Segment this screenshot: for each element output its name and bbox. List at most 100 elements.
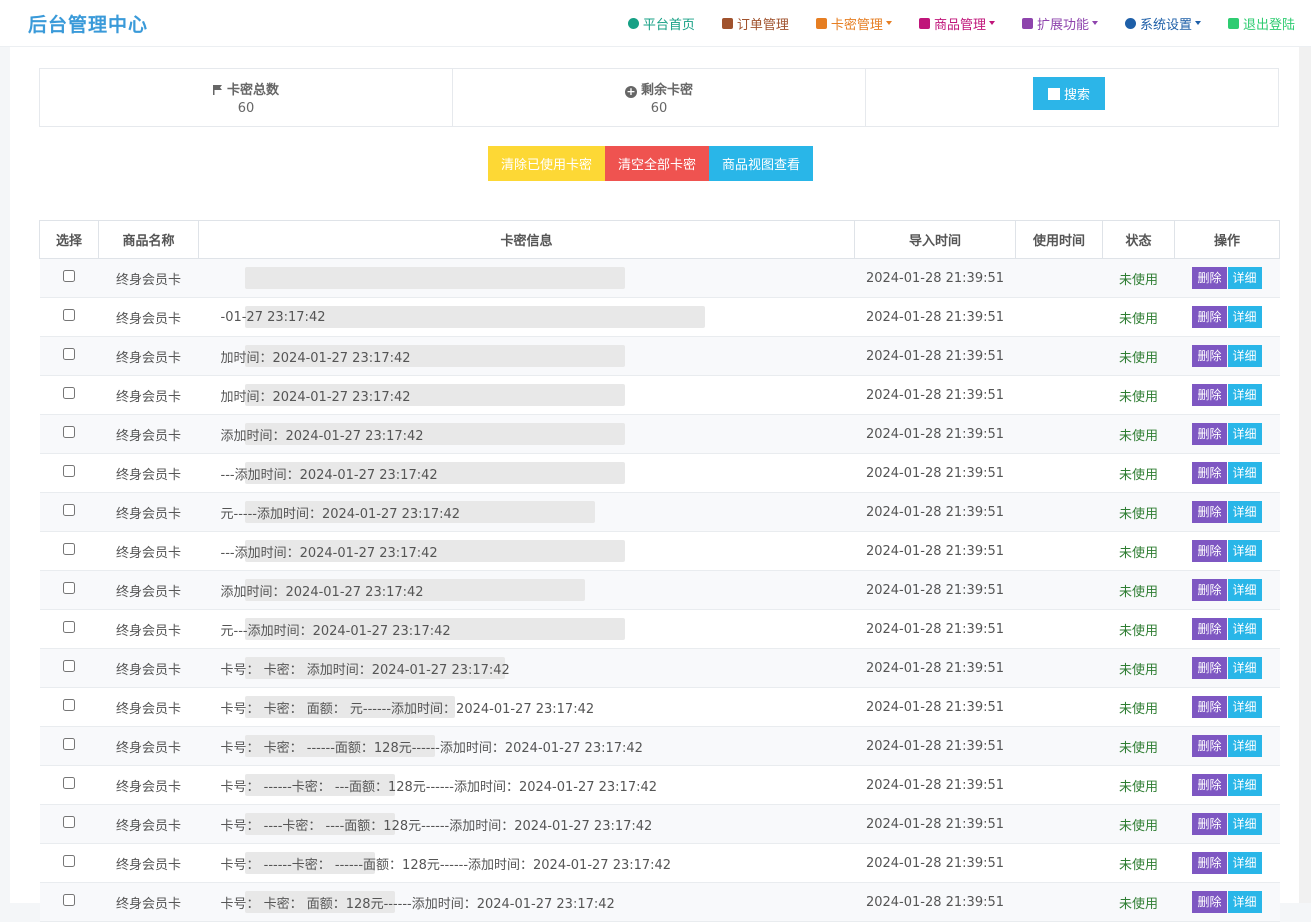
delete-button[interactable]: 删除 — [1192, 813, 1227, 835]
nav-item-6[interactable]: 退出登陆 — [1227, 14, 1295, 33]
table-body: 终身会员卡 2024-01-28 21:39:51 未使用 删除 详细 终身会员卡 -01-… — [39, 258, 1280, 922]
row-checkbox[interactable] — [63, 855, 75, 867]
actions-cell: 删除 详细 — [1174, 609, 1280, 649]
row-checkbox[interactable] — [63, 270, 75, 282]
plus-circle-icon: + — [624, 85, 637, 98]
import-time-cell: 2024-01-28 21:39:51 — [854, 882, 1016, 922]
status-cell: 未使用 — [1102, 726, 1175, 766]
nav-label: 订单管理 — [736, 17, 789, 33]
search-button[interactable]: 搜索 — [1033, 77, 1105, 110]
card-info-text: 加时间：2024-01-27 23:17:42 — [220, 389, 411, 405]
row-checkbox[interactable] — [63, 660, 75, 672]
detail-button[interactable]: 详细 — [1227, 696, 1262, 718]
detail-button[interactable]: 详细 — [1227, 618, 1262, 640]
detail-button[interactable]: 详细 — [1227, 540, 1262, 562]
nav-item-1[interactable]: 订单管理 — [721, 14, 789, 33]
delete-button[interactable]: 删除 — [1192, 384, 1227, 406]
row-checkbox[interactable] — [63, 309, 75, 321]
nav-item-2[interactable]: 卡密管理 — [815, 14, 892, 33]
goods-view-button[interactable]: 商品视图查看 — [709, 146, 814, 181]
delete-button[interactable]: 删除 — [1192, 579, 1227, 601]
delete-button[interactable]: 删除 — [1192, 696, 1227, 718]
row-checkbox[interactable] — [63, 699, 75, 711]
nav-label: 退出登陆 — [1242, 17, 1295, 33]
table-header: 选择 商品名称 卡密信息 导入时间 使用时间 状态 操作 — [39, 220, 1280, 259]
delete-button[interactable]: 删除 — [1192, 306, 1227, 328]
delete-button[interactable]: 删除 — [1192, 501, 1227, 523]
import-time-cell: 2024-01-28 21:39:51 — [854, 765, 1016, 805]
detail-button[interactable]: 详细 — [1227, 891, 1262, 913]
nav-item-0[interactable]: 平台首页 — [627, 14, 695, 33]
row-checkbox[interactable] — [63, 387, 75, 399]
delete-button[interactable]: 删除 — [1192, 852, 1227, 874]
detail-button[interactable]: 详细 — [1227, 579, 1262, 601]
clear-all-button[interactable]: 清空全部卡密 — [605, 146, 710, 181]
nav-label: 商品管理 — [933, 17, 986, 33]
card-table: 选择 商品名称 卡密信息 导入时间 使用时间 状态 操作 终身会员卡 2024-01-28 2… — [39, 220, 1280, 922]
row-checkbox[interactable] — [63, 621, 75, 633]
detail-button[interactable]: 详细 — [1227, 501, 1262, 523]
delete-button[interactable]: 删除 — [1192, 267, 1227, 289]
use-time-cell — [1015, 258, 1103, 298]
row-checkbox[interactable] — [63, 894, 75, 906]
row-checkbox[interactable] — [63, 465, 75, 477]
actions-cell: 删除 详细 — [1174, 297, 1280, 337]
detail-button[interactable]: 详细 — [1227, 813, 1262, 835]
status-cell: 未使用 — [1102, 258, 1175, 298]
select-cell — [39, 531, 99, 571]
detail-button[interactable]: 详细 — [1227, 384, 1262, 406]
detail-button[interactable]: 详细 — [1227, 657, 1262, 679]
actions-cell: 删除 详细 — [1174, 258, 1280, 298]
detail-button[interactable]: 详细 — [1227, 423, 1262, 445]
product-name-cell: 终身会员卡 — [98, 336, 199, 376]
nav-label: 平台首页 — [642, 17, 695, 33]
delete-button[interactable]: 删除 — [1192, 735, 1227, 757]
row-checkbox[interactable] — [63, 504, 75, 516]
delete-button[interactable]: 删除 — [1192, 462, 1227, 484]
detail-button[interactable]: 详细 — [1227, 852, 1262, 874]
card-info-cell: 添加时间：2024-01-27 23:17:42 — [198, 414, 855, 454]
delete-button[interactable]: 删除 — [1192, 345, 1227, 367]
delete-button[interactable]: 删除 — [1192, 540, 1227, 562]
card-info-text: 元-----添加时间：2024-01-27 23:17:42 — [220, 506, 461, 522]
use-time-cell — [1015, 531, 1103, 571]
row-checkbox[interactable] — [63, 348, 75, 360]
actions-cell: 删除 详细 — [1174, 336, 1280, 376]
select-cell — [39, 258, 99, 298]
nav-item-4[interactable]: 扩展功能 — [1021, 14, 1098, 33]
import-time-cell: 2024-01-28 21:39:51 — [854, 570, 1016, 610]
stat-remaining: + 剩余卡密 60 — [453, 69, 866, 126]
delete-button[interactable]: 删除 — [1192, 774, 1227, 796]
nav-item-5[interactable]: 系统设置 — [1124, 14, 1201, 33]
row-checkbox[interactable] — [63, 543, 75, 555]
scrollbar[interactable] — [1299, 47, 1311, 903]
product-name-cell: 终身会员卡 — [98, 882, 199, 922]
delete-button[interactable]: 删除 — [1192, 891, 1227, 913]
nav-item-3[interactable]: 商品管理 — [918, 14, 995, 33]
delete-button[interactable]: 删除 — [1192, 423, 1227, 445]
clear-used-button[interactable]: 清除已使用卡密 — [488, 146, 606, 181]
delete-button[interactable]: 删除 — [1192, 657, 1227, 679]
detail-button[interactable]: 详细 — [1227, 306, 1262, 328]
user-icon — [627, 17, 639, 29]
delete-button[interactable]: 删除 — [1192, 618, 1227, 640]
row-checkbox[interactable] — [63, 426, 75, 438]
row-checkbox[interactable] — [63, 582, 75, 594]
row-checkbox[interactable] — [63, 738, 75, 750]
card-info-cell: 卡号： 卡密： 面额：128元------添加时间：2024-01-27 23:… — [198, 882, 855, 922]
detail-button[interactable]: 详细 — [1227, 462, 1262, 484]
row-checkbox[interactable] — [63, 777, 75, 789]
caret-down-icon — [1194, 21, 1201, 25]
square-icon — [1047, 87, 1060, 100]
detail-button[interactable]: 详细 — [1227, 345, 1262, 367]
stats-panel: 卡密总数 60 + 剩余卡密 60 搜索 — [39, 68, 1279, 127]
product-name-cell: 终身会员卡 — [98, 414, 199, 454]
card-info-text: 卡号： ------卡密： ---面额：128元------添加时间：2024-… — [220, 779, 658, 795]
detail-button[interactable]: 详细 — [1227, 774, 1262, 796]
detail-button[interactable]: 详细 — [1227, 267, 1262, 289]
product-name-cell: 终身会员卡 — [98, 726, 199, 766]
row-checkbox[interactable] — [63, 816, 75, 828]
use-time-cell — [1015, 375, 1103, 415]
card-info-text: 加时间：2024-01-27 23:17:42 — [220, 350, 411, 366]
detail-button[interactable]: 详细 — [1227, 735, 1262, 757]
